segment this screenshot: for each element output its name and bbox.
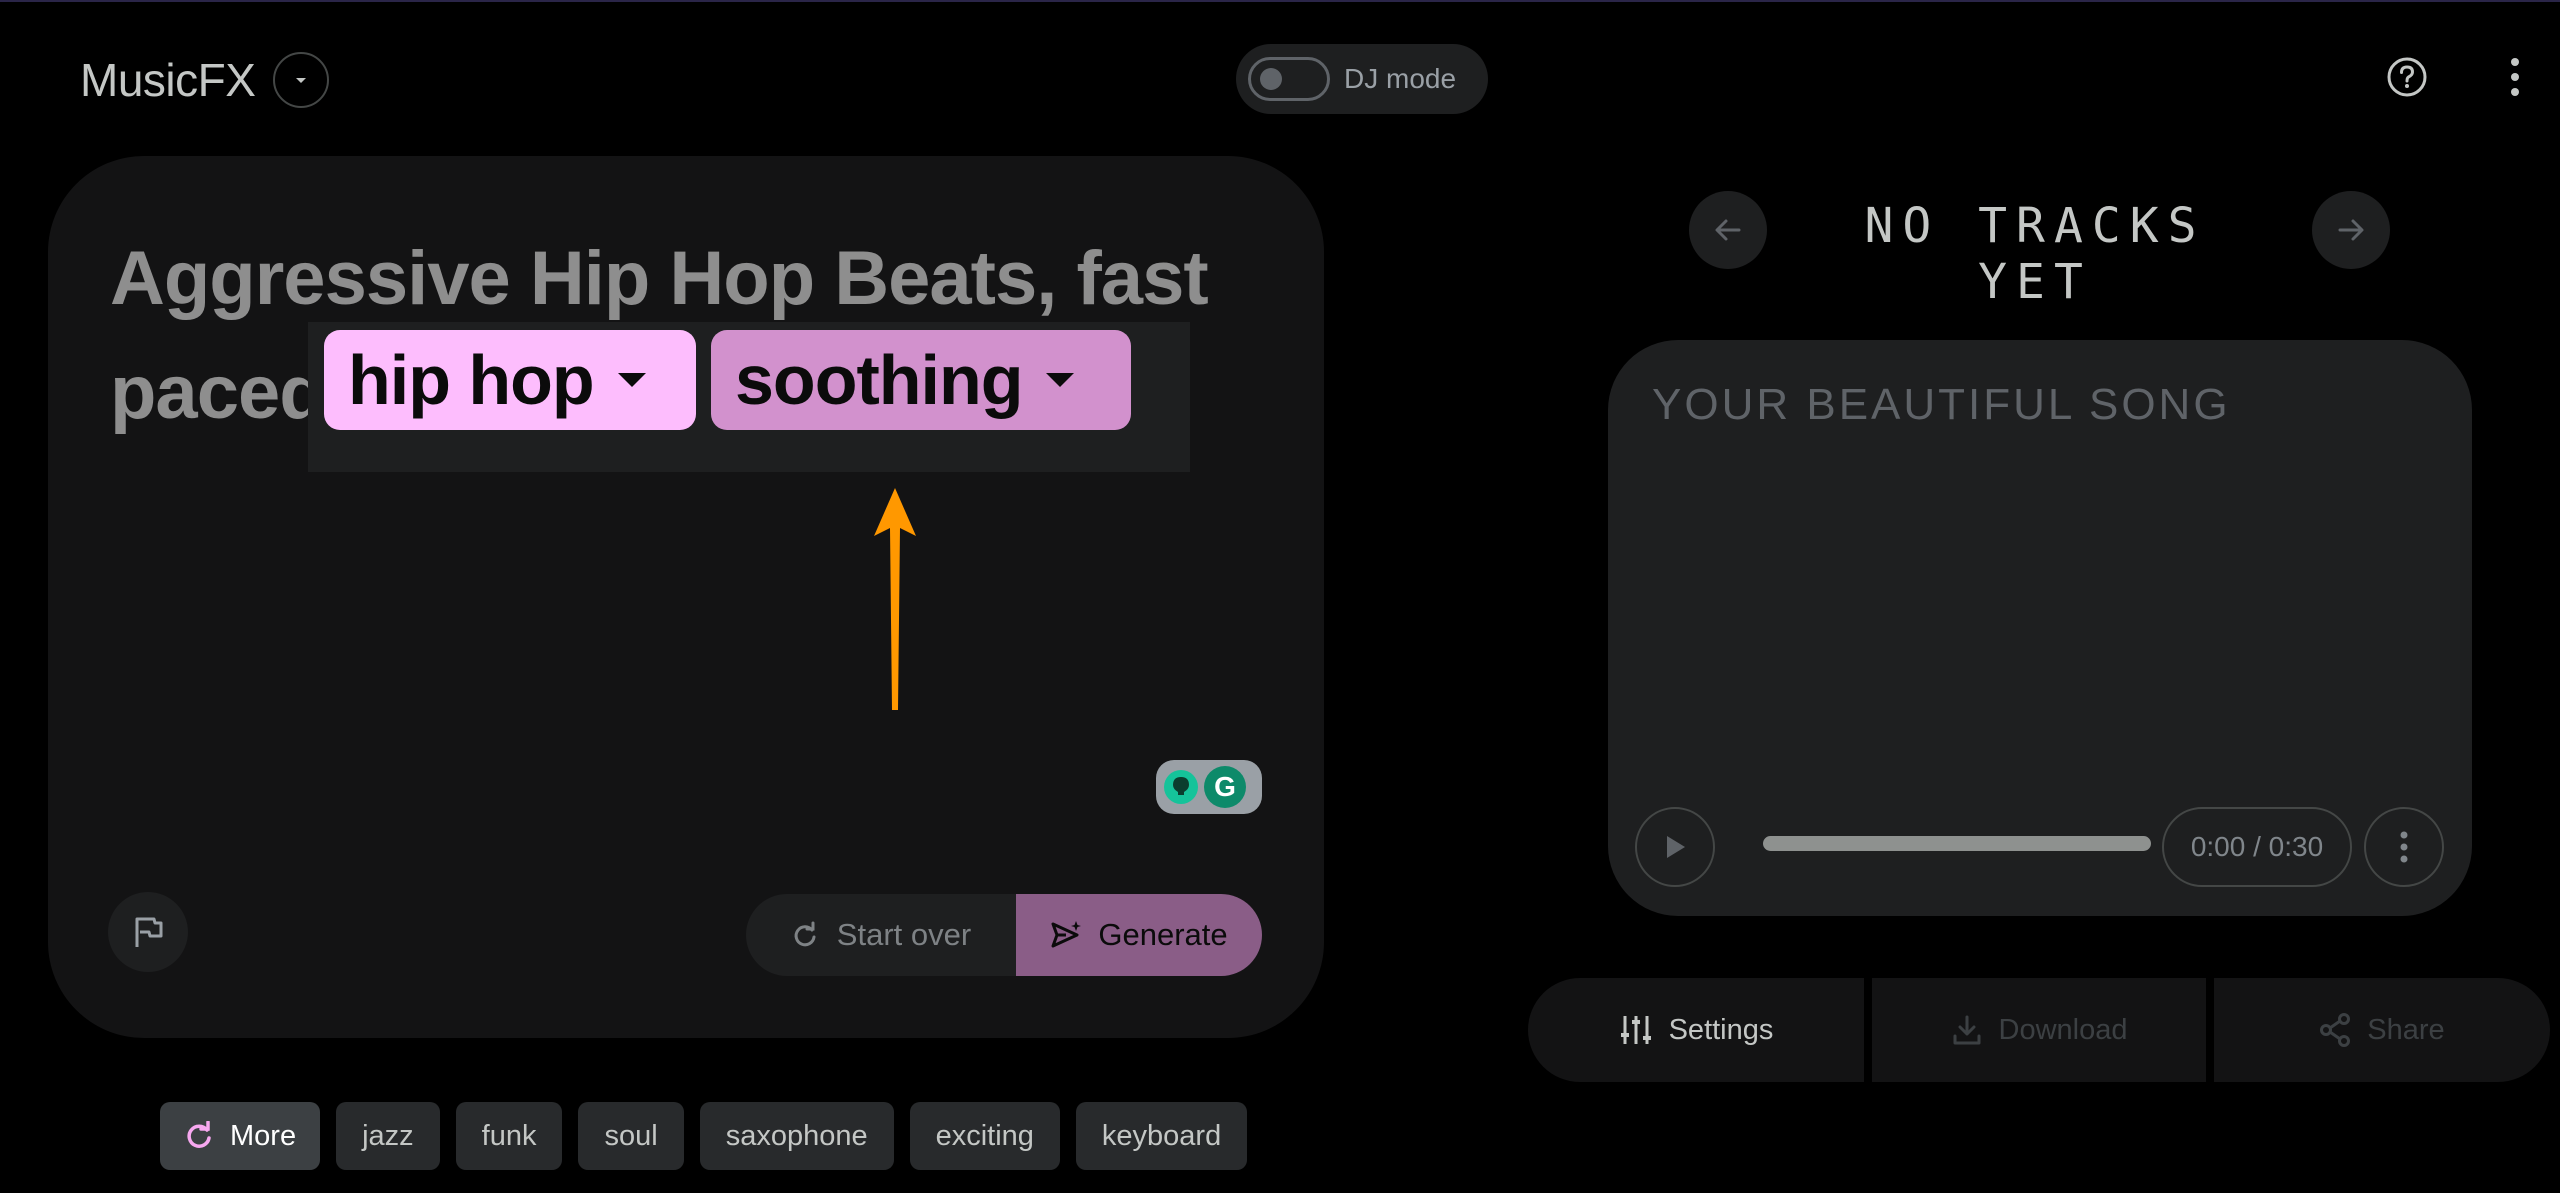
toggle-switch[interactable]	[1248, 57, 1330, 101]
download-icon	[1953, 1015, 1980, 1045]
play-button[interactable]	[1635, 807, 1715, 887]
help-button[interactable]	[2386, 56, 2428, 98]
arrow-left-icon	[1715, 219, 1741, 241]
lightbulb-icon	[1164, 770, 1198, 804]
settings-label: Settings	[1668, 1013, 1774, 1046]
play-icon	[1667, 836, 1685, 858]
caret-down-icon	[296, 78, 307, 83]
prompt-chip-soothing[interactable]: soothing	[711, 330, 1131, 430]
song-title: YOUR BEAUTIFUL SONG	[1652, 380, 2231, 429]
app-switcher-button[interactable]	[273, 52, 330, 108]
chip-label: hip hop	[348, 341, 595, 419]
download-button[interactable]: Download	[1872, 978, 2206, 1082]
suggestion-chip[interactable]: keyboard	[1075, 1102, 1248, 1170]
share-label: Share	[2367, 1013, 2445, 1046]
refresh-icon	[794, 921, 816, 947]
suggestion-row: More jazz funk soul saxophone exciting k…	[160, 1102, 1248, 1170]
toggle-knob	[1260, 68, 1282, 90]
more-label: More	[230, 1119, 297, 1152]
refresh-icon	[187, 1121, 211, 1148]
suggestion-chip[interactable]: exciting	[909, 1102, 1060, 1170]
suggestion-chip[interactable]: jazz	[336, 1102, 440, 1170]
generate-label: Generate	[1098, 917, 1228, 952]
chevron-down-icon	[1046, 373, 1075, 387]
prompt-chip-hip-hop[interactable]: hip hop	[324, 330, 696, 430]
top-border	[0, 0, 2560, 2]
send-sparkle-icon	[1051, 921, 1082, 948]
annotation-arrow-icon	[874, 488, 916, 710]
start-over-label: Start over	[836, 917, 972, 952]
suggestion-chip[interactable]: funk	[455, 1102, 563, 1170]
next-track-button[interactable]	[2312, 191, 2390, 269]
app-brand: MusicFX	[80, 52, 330, 108]
share-icon	[2320, 1013, 2351, 1047]
more-suggestions-button[interactable]: More	[160, 1102, 321, 1170]
tune-icon	[1620, 1016, 1651, 1044]
suggestion-chip[interactable]: saxophone	[699, 1102, 894, 1170]
more-options-button[interactable]	[2500, 54, 2530, 100]
previous-track-button[interactable]	[1689, 191, 1767, 269]
dj-mode-label: DJ mode	[1344, 63, 1457, 94]
suggestion-chip[interactable]: soul	[578, 1102, 684, 1170]
app-title: MusicFX	[80, 54, 256, 106]
song-options-button[interactable]	[2364, 807, 2444, 887]
flag-icon	[135, 917, 163, 947]
grammarly-logo-icon: G	[1204, 766, 1246, 808]
time-display: 0:00 / 0:30	[2162, 807, 2352, 887]
settings-button[interactable]: Settings	[1528, 978, 1864, 1082]
help-icon	[2387, 57, 2427, 97]
chip-label: soothing	[735, 341, 1023, 419]
generate-button[interactable]: Generate	[1016, 894, 1262, 976]
more-vert-icon	[2511, 58, 2519, 96]
report-flag-button[interactable]	[108, 892, 188, 972]
chevron-down-icon	[617, 373, 646, 387]
download-label: Download	[1998, 1013, 2128, 1046]
grammarly-widget[interactable]: G	[1156, 760, 1262, 814]
progress-bar[interactable]	[1763, 836, 2151, 851]
dj-mode-toggle[interactable]: DJ mode	[1236, 44, 1488, 114]
start-over-button[interactable]: Start over	[746, 894, 1016, 976]
more-vert-icon	[2400, 831, 2408, 863]
tracks-title: NO TRACKS YET	[1864, 198, 2206, 310]
arrow-right-icon	[2338, 219, 2364, 241]
share-button[interactable]: Share	[2214, 978, 2550, 1082]
